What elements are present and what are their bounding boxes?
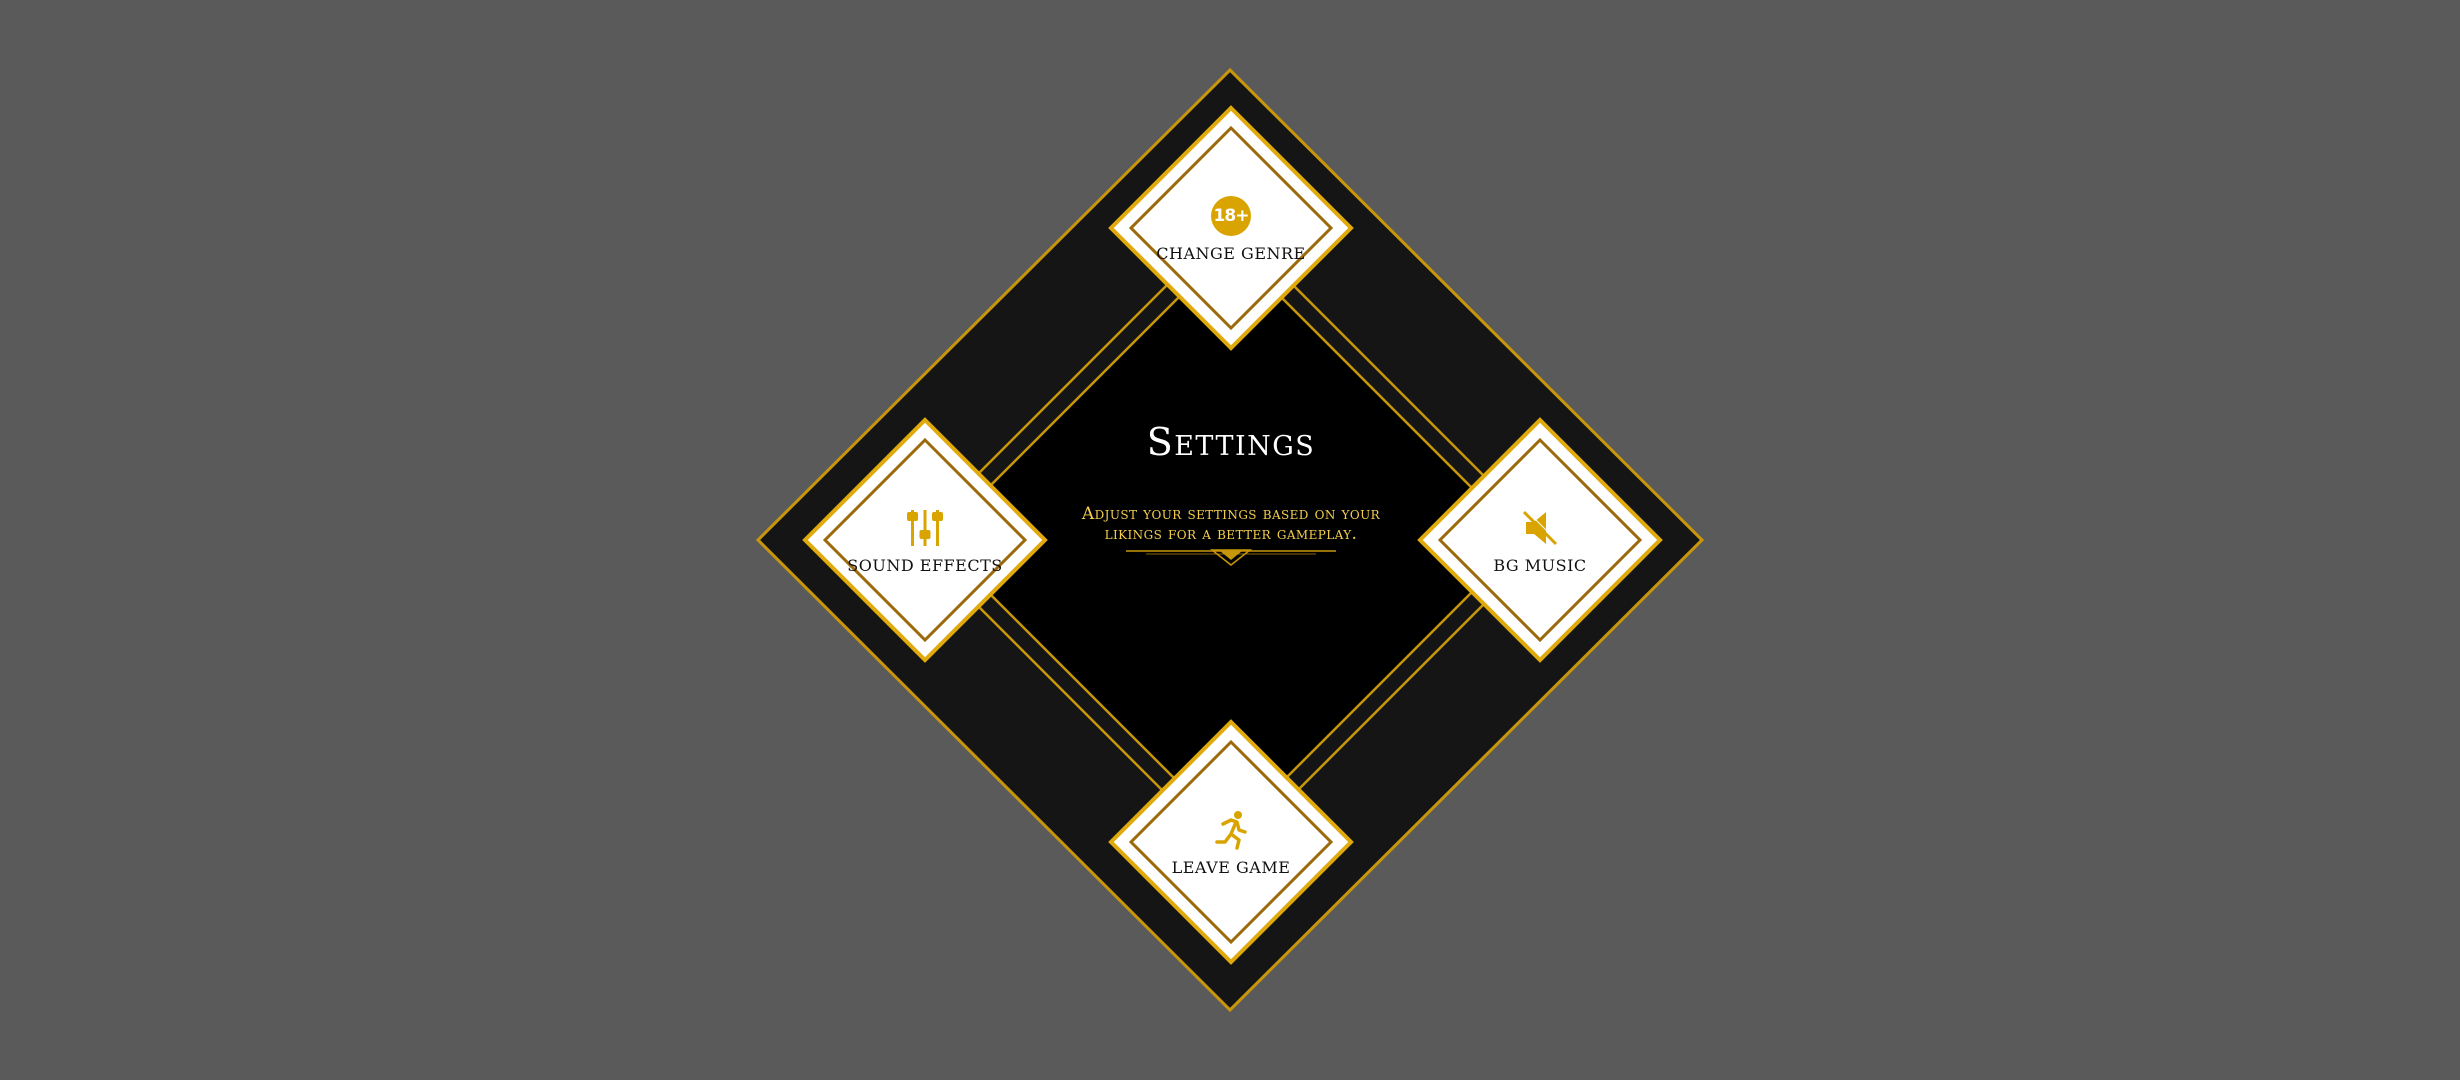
leave-game-tile-frame (1108, 719, 1354, 965)
description-line-1: Adjust your settings based on your (1081, 504, 1381, 524)
change-genre-tile-frame (1108, 105, 1354, 351)
sound-effects-tile-frame (802, 417, 1048, 663)
settings-center-panel: Settings Adjust your settings based on y… (1031, 420, 1431, 568)
settings-description: Adjust your settings based on your likin… (1031, 504, 1431, 544)
settings-screen: 18+ CHANGE GENRE SOUND EFFECTS BG MUSIC … (0, 0, 2460, 1080)
ornamental-divider (1126, 549, 1336, 566)
bg-music-tile-frame (1417, 417, 1663, 663)
description-line-2: likings for a better gameplay. (1104, 524, 1358, 544)
page-title: Settings (1146, 420, 1316, 464)
